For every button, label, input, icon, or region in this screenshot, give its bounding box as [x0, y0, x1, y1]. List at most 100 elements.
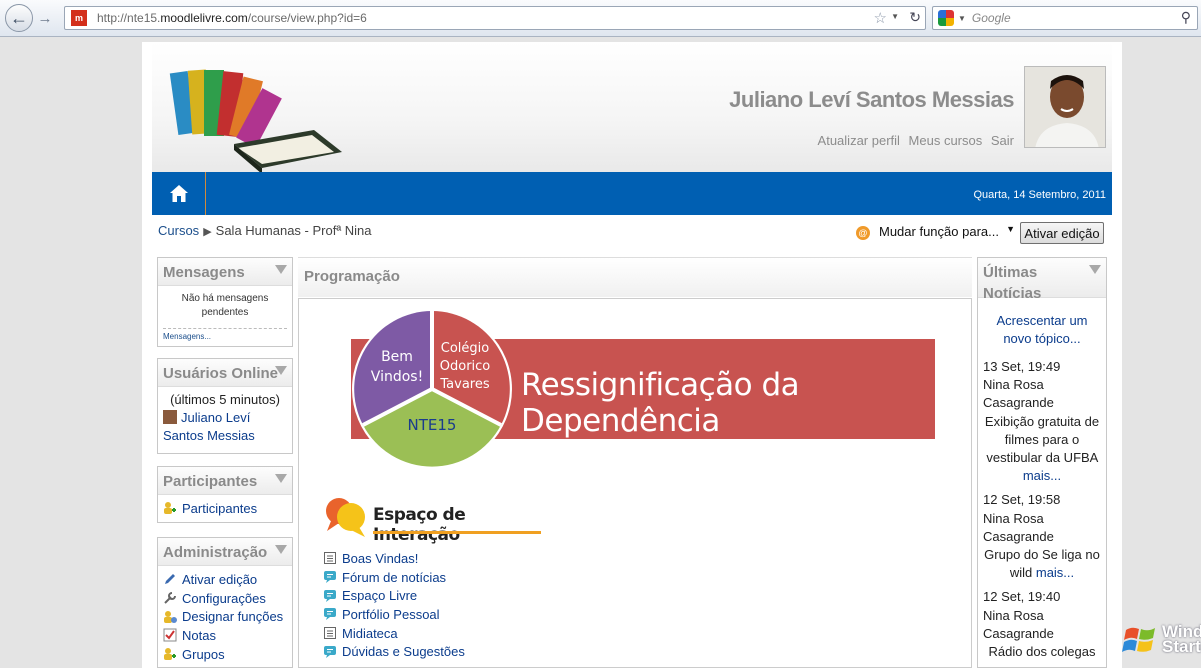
latest-news-block: Últimas Notícias Acrescentar um novo tóp… — [977, 257, 1107, 668]
activity-link[interactable]: Dúvidas e Sugestões — [342, 644, 465, 659]
participants-item[interactable]: Participantes — [163, 499, 287, 518]
wrench-icon — [164, 592, 176, 604]
banner-headline: Ressignificação da Dependência — [521, 367, 800, 439]
participants-body: Participantes — [158, 495, 292, 522]
activity-item[interactable]: Espaço Livre — [323, 586, 465, 605]
interaction-section-heading: Espaço de Interação — [323, 495, 543, 545]
messages-block-title: Mensagens — [163, 264, 245, 281]
nav-bar: Quarta, 14 Setembro, 2011 — [152, 172, 1112, 215]
participants-title: Participantes — [163, 473, 258, 490]
latest-news-header: Últimas Notícias — [978, 258, 1106, 302]
activity-item[interactable]: Midiateca — [323, 624, 465, 643]
add-topic-text[interactable]: Acrescentar um novo tópico... — [996, 313, 1087, 346]
enable-editing-button[interactable]: Ativar edição — [1020, 222, 1104, 244]
collapse-icon[interactable] — [275, 545, 287, 554]
reload-icon[interactable]: ↻ — [909, 9, 921, 26]
search-bar[interactable]: ▼ Google ⚲ — [932, 6, 1198, 30]
collapse-icon[interactable] — [1089, 265, 1101, 274]
breadcrumb: Cursos ▶ Sala Humanas - Profª Nina — [158, 223, 371, 238]
admin-item-label[interactable]: Grupos — [182, 647, 225, 662]
forum-icon — [324, 608, 336, 621]
speech-bubbles-icon — [326, 498, 365, 537]
user-avatar-icon — [163, 410, 177, 424]
windows-starter-text: Windows Starter — [1162, 622, 1201, 656]
course-section-header: Programação — [298, 257, 972, 297]
news-more-link[interactable]: mais... — [1036, 565, 1074, 580]
bookmark-star-icon[interactable]: ☆ — [874, 9, 887, 27]
collapse-icon[interactable] — [275, 474, 287, 483]
pie-welcome-label-2: Vindos! — [371, 369, 423, 385]
role-help-icon[interactable]: @ — [856, 226, 870, 240]
my-courses-link[interactable]: Meus cursos — [909, 133, 983, 148]
admin-item-settings[interactable]: Configurações — [163, 589, 287, 608]
online-users-body: (últimos 5 minutos) Juliano Leví Santos … — [158, 387, 292, 449]
activity-link[interactable]: Espaço Livre — [342, 588, 417, 603]
search-icon[interactable]: ⚲ — [1181, 9, 1191, 26]
online-user-entry[interactable]: Juliano Leví Santos Messias — [163, 409, 287, 445]
url-domain: moodlelivre.com — [160, 11, 248, 25]
search-placeholder: Google — [971, 11, 1011, 25]
news-author: Nina Rosa Casagrande — [983, 510, 1054, 544]
url-text: http://nte15.moodlelivre.com/course/view… — [97, 11, 367, 25]
search-engine-dropdown-icon[interactable]: ▼ — [958, 14, 966, 23]
activity-item[interactable]: Fórum de notícias — [323, 568, 465, 587]
admin-item-roles[interactable]: Designar funções — [163, 607, 287, 626]
user-avatar[interactable] — [1024, 66, 1106, 148]
activity-item[interactable]: Dúvidas e Sugestões — [323, 642, 465, 661]
forward-arrow-icon: → — [37, 9, 53, 27]
news-body: Rádio dos colegas — [983, 643, 1101, 661]
messages-block: Mensagens Não há mensagens pendentes Men… — [157, 257, 293, 347]
add-topic-link[interactable]: Acrescentar um novo tópico... — [983, 312, 1101, 348]
forward-button[interactable]: → — [34, 9, 56, 27]
address-bar[interactable]: m http://nte15.moodlelivre.com/course/vi… — [64, 6, 926, 30]
admin-item-label[interactable]: Configurações — [182, 591, 266, 606]
back-button[interactable]: ← — [5, 4, 33, 32]
interaction-heading-text: Espaço de Interação — [373, 505, 466, 545]
news-item: 13 Set, 19:49 Nina Rosa Casagrande Exibi… — [983, 358, 1101, 485]
breadcrumb-courses-link[interactable]: Cursos — [158, 223, 199, 238]
admin-item-groups[interactable]: Grupos — [163, 645, 287, 664]
site-favicon-icon: m — [71, 10, 87, 26]
assign-roles-icon — [164, 610, 177, 623]
news-date: 12 Set, 19:58 — [983, 492, 1061, 508]
home-button[interactable] — [152, 172, 206, 215]
page-header: Juliano Leví Santos Messias Atualizar pe… — [152, 42, 1112, 174]
admin-item-label[interactable]: Designar funções — [182, 609, 283, 624]
participants-link[interactable]: Participantes — [182, 501, 257, 516]
activity-link[interactable]: Portfólio Pessoal — [342, 607, 440, 622]
history-dropdown-icon[interactable]: ▼ — [891, 12, 899, 21]
news-author: Nina Rosa Casagrande — [983, 607, 1054, 641]
update-profile-link[interactable]: Atualizar perfil — [818, 133, 900, 148]
activity-item[interactable]: Portfólio Pessoal — [323, 605, 465, 624]
latest-news-body: Acrescentar um novo tópico... 13 Set, 19… — [978, 298, 1106, 667]
course-section-content: Ressignificação da Dependência Bem Vindo… — [298, 298, 972, 668]
activity-link[interactable]: Midiateca — [342, 626, 398, 641]
logout-link[interactable]: Sair — [991, 133, 1014, 148]
page-icon — [324, 627, 336, 640]
collapse-icon[interactable] — [275, 265, 287, 274]
latest-news-title: Últimas Notícias — [983, 264, 1042, 302]
messages-link[interactable]: Mensagens... — [163, 329, 287, 341]
admin-item-edit[interactable]: Ativar edição — [163, 570, 287, 589]
pie-welcome-label-1: Bem — [381, 349, 413, 365]
news-more-link[interactable]: mais... — [1023, 468, 1061, 483]
admin-item-grades[interactable]: Notas — [163, 626, 287, 645]
role-switch-select[interactable]: Mudar função para... ▼ — [876, 221, 1018, 241]
page-icon — [324, 552, 336, 565]
collapse-icon[interactable] — [275, 366, 287, 375]
user-fullname: Juliano Leví Santos Messias — [729, 87, 1014, 112]
user-links: Atualizar perfil Meus cursos Sair — [813, 133, 1014, 148]
admin-item-label[interactable]: Notas — [182, 628, 216, 643]
activity-link[interactable]: Fórum de notícias — [342, 570, 446, 585]
google-icon[interactable] — [938, 10, 954, 26]
back-arrow-icon: ← — [10, 7, 28, 28]
activity-link[interactable]: Boas Vindas! — [342, 551, 418, 566]
chevron-down-icon: ▼ — [1006, 224, 1015, 234]
news-date: 12 Set, 19:40 — [983, 589, 1061, 605]
messages-block-body: Não há mensagens pendentes Mensagens... — [158, 286, 292, 345]
section-title: Programação — [304, 268, 400, 285]
news-body: Grupo do Se liga no wild mais... — [983, 546, 1101, 582]
windows-starter-watermark: Windows Starter — [1120, 620, 1201, 668]
admin-item-label[interactable]: Ativar edição — [182, 572, 257, 587]
activity-item[interactable]: Boas Vindas! — [323, 549, 465, 568]
